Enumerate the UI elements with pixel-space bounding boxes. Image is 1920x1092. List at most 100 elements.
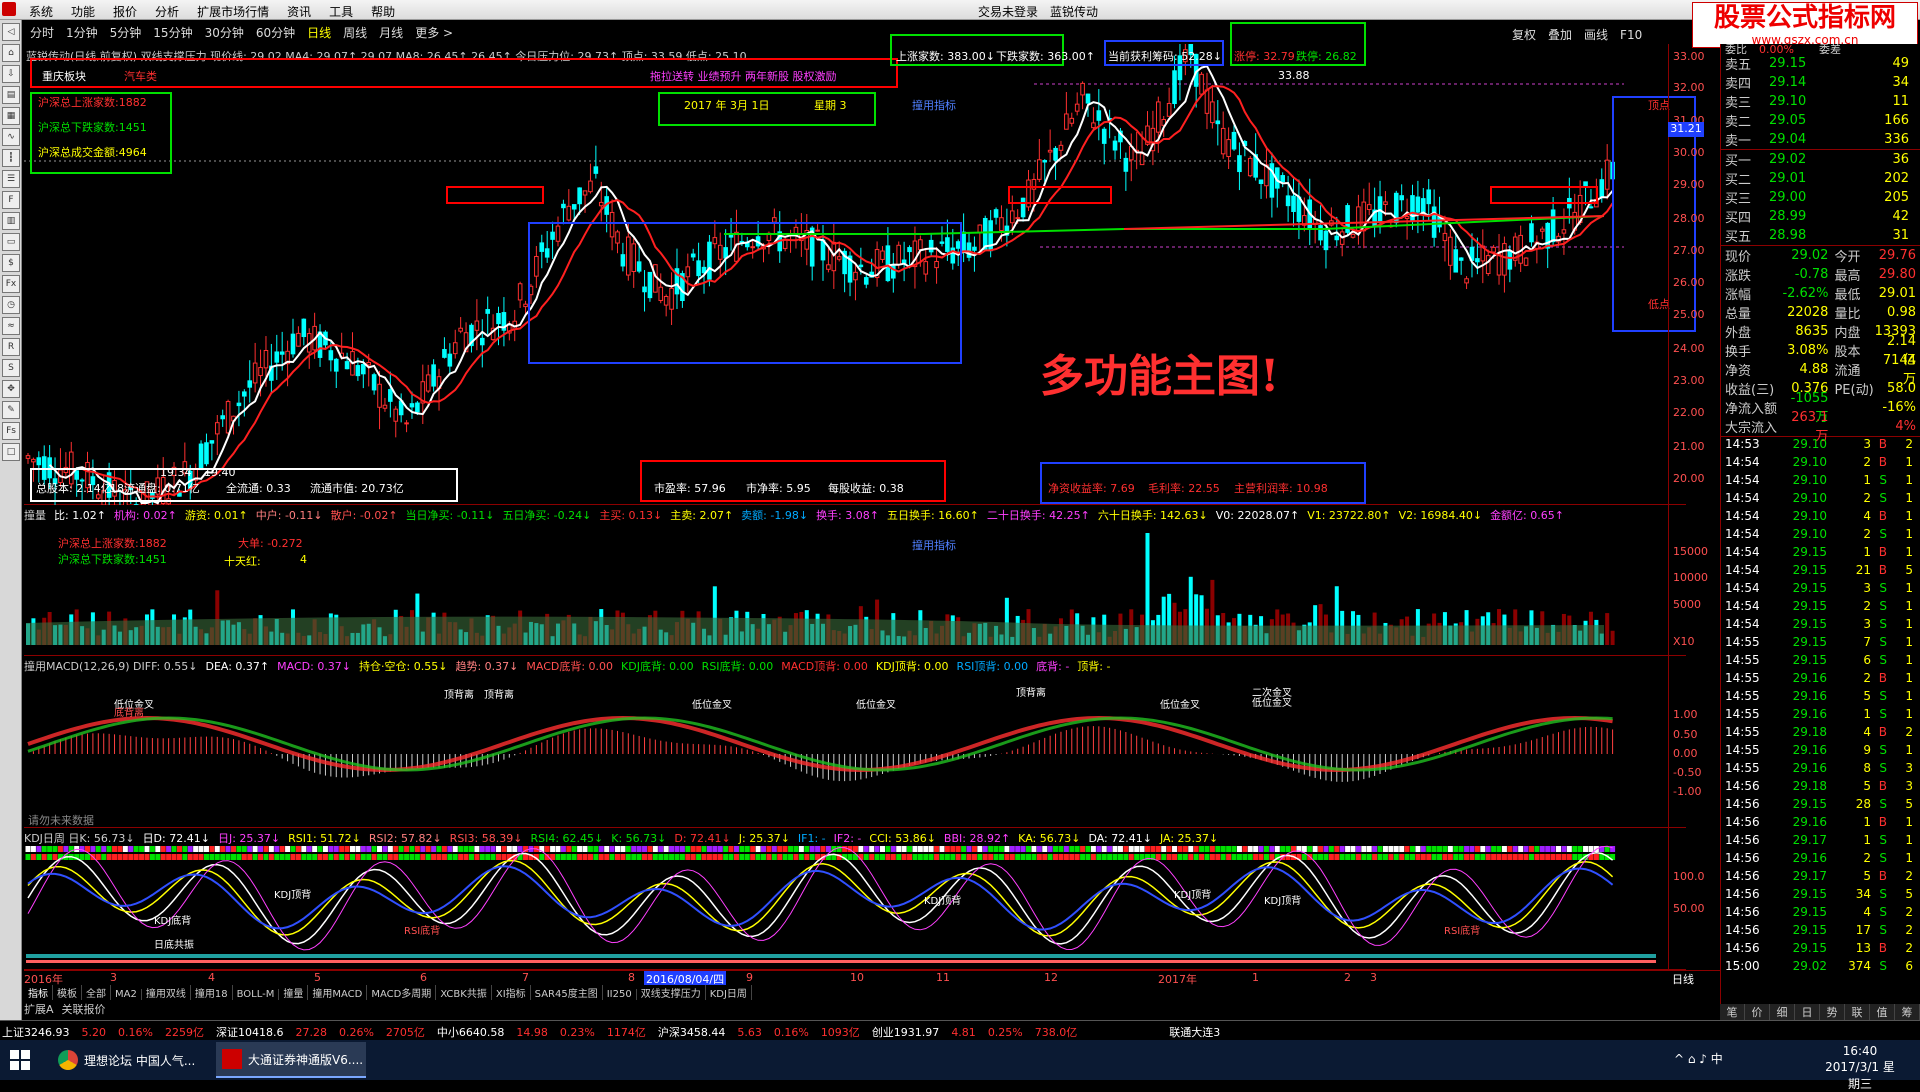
- period-more[interactable]: 更多 >: [409, 22, 459, 43]
- tick-side: S: [1871, 653, 1887, 671]
- line-chart-icon[interactable]: ∿: [2, 128, 20, 146]
- period-5min[interactable]: 5分钟: [104, 22, 148, 43]
- indicator-link[interactable]: 撞用指标: [912, 97, 956, 113]
- macd-panel[interactable]: 低位金叉底背离顶背离顶背离低位金叉低位金叉顶背离低位金叉二次金叉低位金叉 撞用M…: [24, 656, 1686, 828]
- quote-tab[interactable]: 联: [1845, 1004, 1870, 1020]
- chart-icon[interactable]: ▥: [2, 212, 20, 230]
- tab-related-quote[interactable]: 关联报价: [62, 1003, 106, 1016]
- menu-system[interactable]: 系统: [20, 0, 62, 20]
- fs-icon[interactable]: Fs: [2, 422, 20, 440]
- period-1min[interactable]: 1分钟: [60, 22, 104, 43]
- fund-icon[interactable]: $: [2, 254, 20, 272]
- period-day[interactable]: 日线: [301, 22, 337, 43]
- menu-extended-market[interactable]: 扩展市场行情: [188, 0, 278, 20]
- signal-strip-2: [1383, 854, 1388, 860]
- fx-icon[interactable]: Fx: [2, 275, 20, 293]
- quote-tab[interactable]: 价: [1745, 1004, 1770, 1020]
- clock-icon[interactable]: ◷: [2, 296, 20, 314]
- signal-strip: [1491, 846, 1496, 852]
- indicator-tab[interactable]: XCBK共振: [436, 985, 492, 1000]
- indicator-tab[interactable]: 指标: [24, 985, 53, 1000]
- back-icon[interactable]: ◁: [2, 23, 20, 41]
- weekday: 星期 3: [814, 97, 847, 113]
- tick-volume: 4: [1827, 509, 1871, 527]
- report-icon[interactable]: ▤: [2, 86, 20, 104]
- draw-line-button[interactable]: 画线: [1578, 24, 1614, 45]
- quote-tab[interactable]: 值: [1870, 1004, 1895, 1020]
- indicator-tab[interactable]: 撞用双线: [142, 985, 191, 1000]
- sell-volume: 49: [1859, 56, 1909, 71]
- signal-strip-2: [994, 854, 999, 860]
- indicator-tab[interactable]: XI指标: [492, 985, 531, 1000]
- period-intraday[interactable]: 分时: [24, 22, 60, 43]
- signal-strip-2: [1318, 854, 1323, 860]
- signal-strip-2: [1080, 854, 1085, 860]
- indicator-tab[interactable]: BOLL-M: [233, 989, 280, 1000]
- menu-tools[interactable]: 工具: [320, 0, 362, 20]
- tab-extended-a[interactable]: 扩展A: [24, 1003, 54, 1016]
- volume-panel[interactable]: 撞量比: 1.02↑机构: 0.02↑游资: 0.01↑中户: -0.11↓散户…: [24, 505, 1686, 656]
- indicator-tab[interactable]: 撞用MACD: [308, 985, 367, 1000]
- ime-indicator[interactable]: 中: [1711, 1052, 1723, 1066]
- tray-icons[interactable]: ^ ⌂ ♪ 中: [1674, 1050, 1723, 1067]
- s-icon[interactable]: S: [2, 359, 20, 377]
- taskbar-app-trading[interactable]: 大通证券神通版V6....: [216, 1042, 366, 1078]
- vol-indicator-link[interactable]: 撞用指标: [912, 537, 956, 553]
- period-15min[interactable]: 15分钟: [147, 22, 198, 43]
- indicator-tab[interactable]: 双线支撑压力: [637, 985, 706, 1000]
- period-30min[interactable]: 30分钟: [199, 22, 250, 43]
- indicator-tab[interactable]: MA2: [111, 989, 142, 1000]
- menu-analysis[interactable]: 分析: [146, 0, 188, 20]
- taskbar-app-browser[interactable]: 理想论坛 中国人气...: [58, 1044, 208, 1076]
- period-week[interactable]: 周线: [337, 22, 373, 43]
- menu-quote[interactable]: 报价: [104, 0, 146, 20]
- page-icon[interactable]: ▭: [2, 233, 20, 251]
- tick-side: B: [1871, 563, 1887, 581]
- stat-value-2: -16%: [1874, 400, 1916, 415]
- period-60min[interactable]: 60分钟: [250, 22, 301, 43]
- overlay-button[interactable]: 叠加: [1542, 24, 1578, 45]
- grid-icon[interactable]: ▦: [2, 107, 20, 125]
- signal-strip-2: [226, 854, 231, 860]
- indicator-tab[interactable]: SAR45度主图: [531, 985, 603, 1000]
- f10-icon[interactable]: F: [2, 191, 20, 209]
- box-icon[interactable]: □: [2, 443, 20, 461]
- signal-strip-2: [128, 854, 133, 860]
- wave-icon[interactable]: ≈: [2, 317, 20, 335]
- period-month[interactable]: 月线: [373, 22, 409, 43]
- price-chart-panel[interactable]: 蓝锐传动(日线,前复权) 双线支撑压力 现价线: 29.02 MA4: 29.0…: [24, 44, 1686, 505]
- indicator-tab[interactable]: II250: [603, 989, 637, 1000]
- pen-icon[interactable]: ✎: [2, 401, 20, 419]
- home-icon[interactable]: ⌂: [2, 44, 20, 62]
- indicator-tab[interactable]: 模板: [53, 985, 82, 1000]
- quote-tab[interactable]: 势: [1820, 1004, 1845, 1020]
- indicator-tab[interactable]: 撞用18: [191, 985, 233, 1000]
- list-icon[interactable]: ☰: [2, 170, 20, 188]
- quote-tab[interactable]: 日: [1795, 1004, 1820, 1020]
- signal-strip: [193, 846, 198, 852]
- signal-strip-2: [793, 854, 798, 860]
- candle-body: [383, 405, 387, 408]
- indicator-tab[interactable]: KDJ日周: [706, 985, 752, 1000]
- clock[interactable]: 16:402017/3/1 星期三: [1820, 1044, 1900, 1092]
- menu-function[interactable]: 功能: [62, 0, 104, 20]
- rsi-icon[interactable]: R: [2, 338, 20, 356]
- move-icon[interactable]: ✥: [2, 380, 20, 398]
- tick-list[interactable]: 14:5329.103B214:5429.102B114:5429.101S11…: [1721, 437, 1920, 977]
- macd-svg: 低位金叉底背离顶背离顶背离低位金叉低位金叉顶背离低位金叉二次金叉低位金叉: [24, 656, 1686, 828]
- down-icon[interactable]: ⇩: [2, 65, 20, 83]
- restore-rights-button[interactable]: 复权: [1506, 24, 1542, 45]
- menu-info[interactable]: 资讯: [278, 0, 320, 20]
- quote-tab[interactable]: 细: [1770, 1004, 1795, 1020]
- f10-button[interactable]: F10: [1614, 26, 1648, 44]
- kline-icon[interactable]: ┇: [2, 149, 20, 167]
- quote-tab[interactable]: 筹: [1895, 1004, 1920, 1020]
- indicator-tab[interactable]: 全部: [82, 985, 111, 1000]
- windows-start-icon[interactable]: [10, 1050, 30, 1070]
- quote-tab[interactable]: 笔: [1720, 1004, 1745, 1020]
- indicator-tab[interactable]: MACD多周期: [367, 985, 436, 1000]
- menu-help[interactable]: 帮助: [362, 0, 404, 20]
- indicator-tab[interactable]: 撞量: [279, 985, 308, 1000]
- candle-body: [253, 363, 257, 383]
- kdj-panel[interactable]: KDJ底背KDJ顶背RSI底背KDJ顶背KDJ顶背KDJ顶背RSI底背日底共振 …: [24, 828, 1686, 970]
